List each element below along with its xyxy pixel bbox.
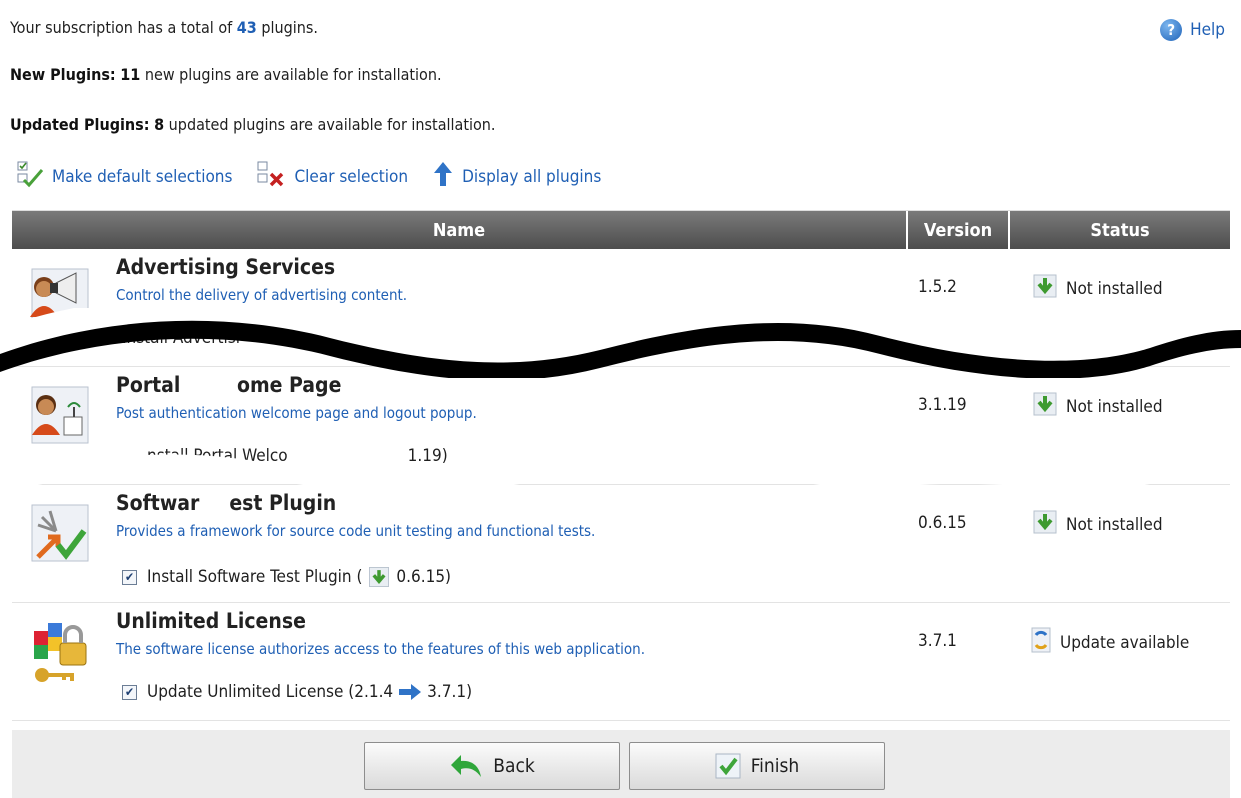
plugin-title: Portal ome Page: [116, 373, 342, 397]
download-icon: [1030, 507, 1060, 542]
table-row: Softwar est Plugin Provides a framework f…: [12, 485, 1230, 603]
plugin-version: 3.1.19: [918, 395, 967, 415]
plugin-description: Post authentication welcome page and log…: [116, 404, 477, 422]
update-option[interactable]: ✔ Update Unlimited License (2.1.4 3.7.1): [122, 682, 472, 702]
new-plugins-count: 11: [120, 65, 141, 84]
updated-plugins-count: 8: [154, 115, 165, 134]
help-icon: ?: [1160, 19, 1183, 41]
wizard-footer: Back Finish: [12, 730, 1230, 798]
subscription-summary: Your subscription has a total of 43 plug…: [10, 18, 318, 37]
selection-actions: Make default selections Clear selection …: [16, 160, 625, 193]
plugin-count: 43: [236, 18, 257, 37]
help-link[interactable]: ? Help: [1160, 19, 1225, 41]
back-arrow-icon: [449, 753, 483, 779]
update-icon: [1028, 625, 1054, 660]
plugin-status: Not installed: [1030, 389, 1163, 424]
install-option[interactable]: Install Advertisi 2): [122, 328, 376, 348]
table-row: Advertising Services Control the deliver…: [12, 249, 1230, 367]
install-option[interactable]: ✔ Install Software Test Plugin ( 0.6.15): [122, 564, 451, 590]
plugins-table: Name Version Status Advertising Services…: [12, 210, 1230, 721]
plugin-status: Update available: [1028, 625, 1189, 660]
table-row: Unlimited License The software license a…: [12, 603, 1230, 721]
updated-plugins-line: Updated Plugins: 8 updated plugins are a…: [10, 115, 496, 134]
display-all-plugins-link[interactable]: Display all plugins: [432, 160, 601, 193]
plugin-version: 3.7.1: [918, 631, 957, 651]
plugin-description: Control the delivery of advertising cont…: [116, 286, 408, 304]
up-arrow-icon: [432, 160, 454, 193]
install-checkbox[interactable]: ✔: [122, 569, 137, 585]
column-header-version[interactable]: Version: [908, 211, 1010, 249]
update-checkbox[interactable]: ✔: [122, 684, 137, 700]
table-row: Portal ome Page Post authentication welc…: [12, 367, 1230, 485]
table-header: Name Version Status: [12, 211, 1230, 249]
plugin-description: The software license authorizes access t…: [116, 640, 646, 658]
download-icon: [1030, 389, 1060, 424]
plugin-title: Advertising Services: [116, 255, 336, 279]
plugin-title: Softwar est Plugin: [116, 491, 337, 515]
plugin-title: Unlimited License: [116, 609, 306, 633]
new-plugins-line: New Plugins: 11 new plugins are availabl…: [10, 65, 442, 84]
clear-selection-link[interactable]: Clear selection: [256, 160, 408, 193]
column-header-status[interactable]: Status: [1010, 211, 1230, 249]
plugin-status: Not installed: [1030, 271, 1163, 306]
download-icon: [1030, 271, 1060, 306]
plugin-version: 0.6.15: [918, 513, 967, 533]
install-option[interactable]: nstall Portal Welco 1.19): [147, 446, 448, 466]
download-icon: [366, 564, 392, 590]
plugin-version: 1.5.2: [918, 277, 957, 297]
checkmark-icon: [715, 753, 741, 779]
plugin-description: Provides a framework for source code uni…: [116, 522, 596, 540]
plugin-status: Not installed: [1030, 507, 1163, 542]
column-header-name[interactable]: Name: [12, 211, 908, 249]
back-button[interactable]: Back: [364, 742, 620, 790]
finish-button[interactable]: Finish: [629, 742, 885, 790]
make-default-selections-link[interactable]: Make default selections: [16, 160, 232, 193]
clear-x-icon: [256, 160, 286, 193]
checkmark-list-icon: [16, 160, 44, 193]
right-arrow-icon: [397, 682, 423, 702]
